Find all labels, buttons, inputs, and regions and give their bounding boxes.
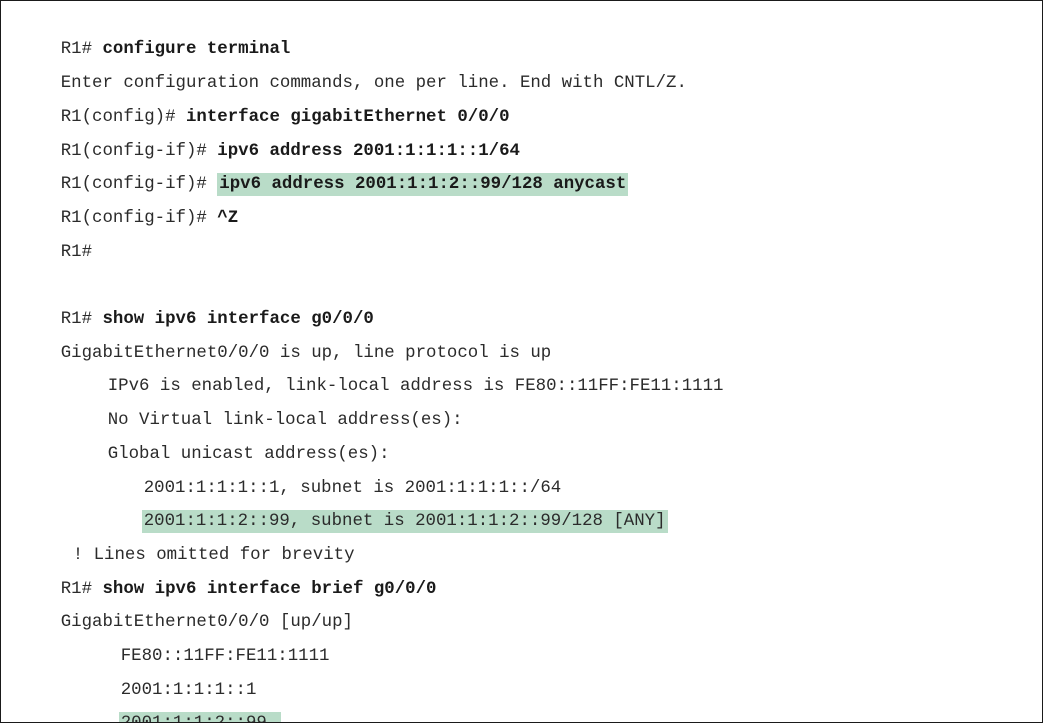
- cli-output-line: 2001:1:1:1::1, subnet is 2001:1:1:1::/64: [102, 453, 561, 498]
- cli-comment-line: ! Lines omitted for brevity: [31, 520, 355, 565]
- cli-command: ^Z: [217, 209, 239, 228]
- cli-line-show-ipv6-interface-brief: R1# show ipv6 interface brief g0/0/0: [19, 554, 437, 599]
- cli-command-highlighted: ipv6 address 2001:1:1:2::99/128 anycast: [217, 173, 629, 196]
- cli-output-line: FE80::11FF:FE11:1111: [79, 621, 330, 666]
- cli-output-line: 2001:1:1:1::1: [79, 655, 257, 700]
- cli-output-line: GigabitEthernet0/0/0 is up, line protoco…: [19, 318, 552, 363]
- cli-output-line: Global unicast address(es):: [66, 419, 390, 464]
- cli-line-show-ipv6-interface: R1# show ipv6 interface g0/0/0: [19, 284, 374, 329]
- cli-output-line: IPv6 is enabled, link-local address is F…: [66, 351, 724, 396]
- cli-line-ipv6-anycast: R1(config-if)# ipv6 address 2001:1:1:2::…: [19, 149, 629, 196]
- cli-prompt: R1#: [60, 243, 93, 262]
- cli-output-line: GigabitEthernet0/0/0 [up/up]: [19, 587, 353, 632]
- cli-line-interface: R1(config)# interface gigabitEthernet 0/…: [19, 82, 510, 127]
- cli-line-ctrl-z: R1(config-if)# ^Z: [19, 183, 238, 228]
- cli-output-line-highlighted: 2001:1:1:2::99: [77, 688, 281, 722]
- cli-output-line-highlighted: 2001:1:1:2::99, subnet is 2001:1:1:2::99…: [100, 486, 668, 533]
- cli-line-ipv6-address: R1(config-if)# ipv6 address 2001:1:1:1::…: [19, 116, 520, 161]
- cli-line-prompt: R1#: [19, 217, 92, 262]
- terminal-output-panel: R1# configure terminal Enter configurati…: [0, 0, 1043, 723]
- cli-output-line: Enter configuration commands, one per li…: [19, 48, 687, 93]
- cli-line-configure-terminal: R1# configure terminal: [19, 14, 291, 59]
- cli-output-text-highlighted: 2001:1:1:2::99: [118, 712, 281, 722]
- cli-output-line: No Virtual link-local address(es):: [66, 385, 463, 430]
